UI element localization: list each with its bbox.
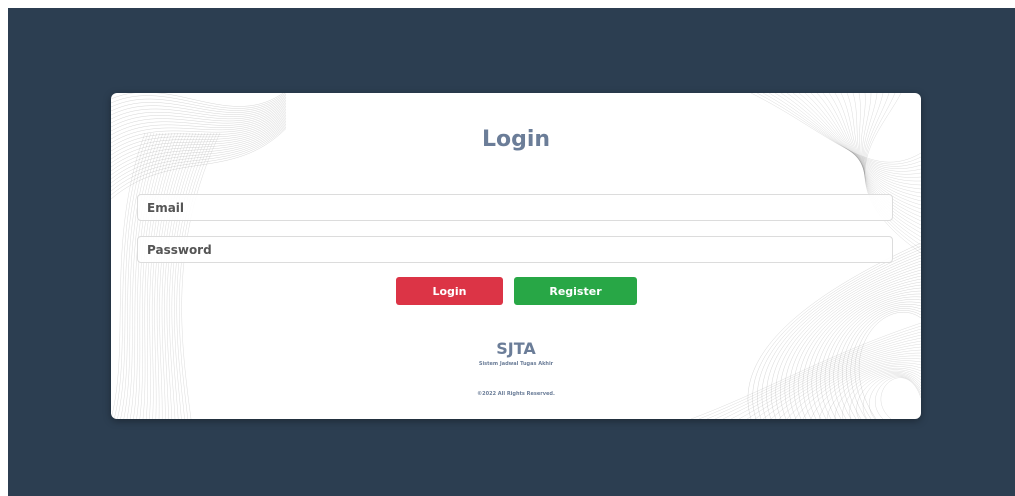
brand-name: SJTA <box>496 339 536 358</box>
login-card: Login Login Register SJTA Sistem Jadwal … <box>111 93 921 419</box>
page-title: Login <box>481 127 551 152</box>
login-button[interactable]: Login <box>396 277 503 305</box>
page-background: Login Login Register SJTA Sistem Jadwal … <box>8 8 1015 496</box>
email-field[interactable] <box>137 194 893 221</box>
brand-subtitle: Sistem Jadwal Tugas Akhir <box>478 361 554 367</box>
password-field[interactable] <box>137 236 893 263</box>
copyright-text: ©2022 All Rights Reserved. <box>477 391 555 397</box>
register-button[interactable]: Register <box>514 277 637 305</box>
